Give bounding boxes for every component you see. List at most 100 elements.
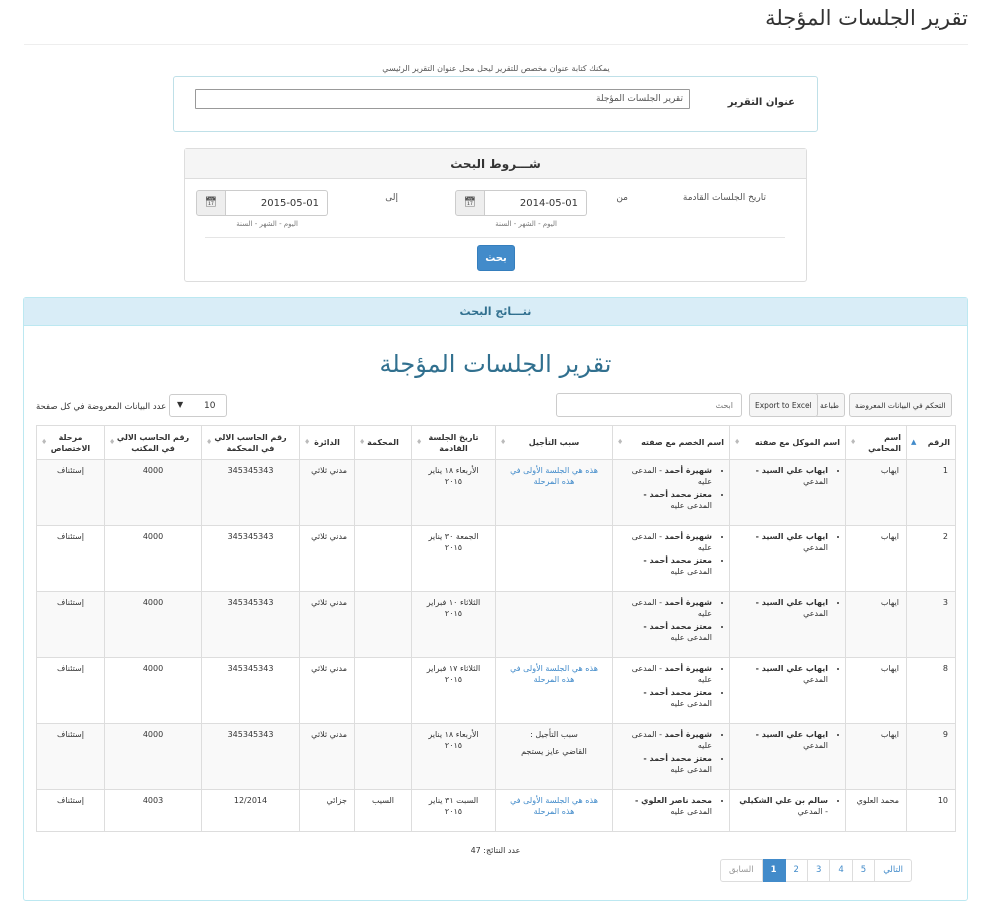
results-panel: نتـــائج البحث تقرير الجلسات المؤجلة الت… xyxy=(23,297,968,901)
cell-court xyxy=(354,459,412,526)
column-header[interactable]: مرحلة الاختصاص ♦ xyxy=(36,425,105,460)
sort-icon: ♦ xyxy=(109,438,116,446)
date-format-hint: اليوم - الشهر - السنة xyxy=(236,220,298,228)
cell-date: الجمعة ٣٠ يناير ٢٠١٥ xyxy=(411,525,496,592)
pagination: التالي 5 4 3 2 1 السابق xyxy=(720,859,912,882)
cell-reason: هذه هي الجلسة الأولى في هذه المرحلة xyxy=(495,459,613,526)
table-header-row: الرقم ▲ اسم المحامي ♦ اسم الموكل مع صفته ♦ … xyxy=(36,425,956,460)
pagination-page[interactable]: 5 xyxy=(851,859,876,882)
title-divider xyxy=(24,44,968,45)
cell-id: 10 xyxy=(906,789,956,832)
cell-stage: إستئناف xyxy=(36,657,105,724)
cell-court xyxy=(354,525,412,592)
cell-office-number: 4003 xyxy=(104,789,202,832)
column-header[interactable]: الدائرة ♦ xyxy=(299,425,355,460)
cell-client: ايهاب علي السيد - المدعي xyxy=(729,591,846,658)
cell-reason: سبب التأجيل : القاضي عايز يستجم xyxy=(495,723,613,790)
search-button[interactable]: بحث xyxy=(477,245,515,271)
cell-circuit: مدني ثلاثي xyxy=(299,459,355,526)
column-header[interactable]: اسم الخصم مع صفته ♦ xyxy=(612,425,730,460)
pagination-page[interactable]: 4 xyxy=(829,859,853,882)
cell-court-number: 345345343 xyxy=(201,657,300,724)
cell-office-number: 4000 xyxy=(104,591,202,658)
report-title-box: عنوان التقرير xyxy=(173,76,818,132)
report-title-input[interactable] xyxy=(195,89,690,109)
pagination-prev[interactable]: السابق xyxy=(720,859,763,882)
column-header[interactable]: رقم الحاسب الالي في المكتب ♦ xyxy=(104,425,202,460)
calendar-icon[interactable]: 📅︎ xyxy=(455,190,485,216)
cell-court-number: 345345343 xyxy=(201,723,300,790)
page-length-select[interactable]: 10 ▼ xyxy=(169,394,227,417)
date-format-hint: اليوم - الشهر - السنة xyxy=(495,220,557,228)
cell-court-number: 345345343 xyxy=(201,525,300,592)
table-filter-input[interactable] xyxy=(556,393,742,417)
sort-icon: ♦ xyxy=(41,438,48,446)
sort-icon: ♦ xyxy=(206,438,213,446)
cell-id: 3 xyxy=(906,591,956,658)
report-title-label: عنوان التقرير xyxy=(727,97,795,108)
cell-client: ايهاب علي السيد - المدعي xyxy=(729,657,846,724)
cell-office-number: 4000 xyxy=(104,723,202,790)
sort-icon: ♦ xyxy=(617,438,624,446)
cell-stage: إستئناف xyxy=(36,525,105,592)
column-header[interactable]: اسم المحامي ♦ xyxy=(845,425,907,460)
report-title: تقرير الجلسات المؤجلة xyxy=(379,350,612,378)
pagination-next[interactable]: التالي xyxy=(874,859,912,882)
sort-icon: ♦ xyxy=(359,438,366,446)
cell-id: 2 xyxy=(906,525,956,592)
from-date-input[interactable] xyxy=(485,190,587,216)
date-field-label: تاريخ الجلسات القادمة xyxy=(682,193,766,203)
print-button[interactable]: طباعة xyxy=(814,393,846,417)
from-label: من xyxy=(616,193,628,203)
pagination-page-current[interactable]: 1 xyxy=(761,859,786,882)
cell-date: الأربعاء ١٨ يناير ٢٠١٥ xyxy=(411,723,496,790)
cell-circuit: مدني ثلاثي xyxy=(299,525,355,592)
cell-circuit: مدني ثلاثي xyxy=(299,657,355,724)
cell-lawyer: ايهاب xyxy=(845,723,907,790)
to-date-picker: 📅︎ اليوم - الشهر - السنة xyxy=(196,190,328,228)
column-header[interactable]: رقم الحاسب الالي في المحكمة ♦ xyxy=(201,425,300,460)
cell-court-number: 12/2014 xyxy=(201,789,300,832)
to-date-input[interactable] xyxy=(226,190,328,216)
column-header[interactable]: المحكمة ♦ xyxy=(354,425,412,460)
page-length-value: 10 xyxy=(204,401,216,411)
calendar-icon[interactable]: 📅︎ xyxy=(196,190,226,216)
column-header[interactable]: اسم الموكل مع صفته ♦ xyxy=(729,425,846,460)
results-panel-header: نتـــائج البحث xyxy=(24,298,967,326)
results-table: الرقم ▲ اسم المحامي ♦ اسم الموكل مع صفته ♦ … xyxy=(36,425,956,832)
cell-client: سالم بن علي الشكيلي - المدعي xyxy=(729,789,846,832)
results-count: عدد النتائج: 47 xyxy=(470,846,521,855)
column-header[interactable]: تاريخ الجلسة القادمة ♦ xyxy=(411,425,496,460)
cell-opponent: شهيرة أحمد - المدعى عليهمعتز محمد أحمد -… xyxy=(612,459,730,526)
search-divider xyxy=(205,237,785,238)
column-visibility-button[interactable]: التحكم في البيانات المعروضة xyxy=(849,393,952,417)
cell-circuit: مدني ثلاثي xyxy=(299,723,355,790)
table-row: 9 ايهاب ايهاب علي السيد - المدعي شهيرة أ… xyxy=(36,723,956,790)
column-header[interactable]: الرقم ▲ xyxy=(906,425,956,460)
export-excel-button[interactable]: Export to Excel xyxy=(749,393,818,417)
from-date-picker: 📅︎ اليوم - الشهر - السنة xyxy=(455,190,587,228)
cell-reason: هذه هي الجلسة الأولى في هذه المرحلة xyxy=(495,789,613,832)
column-header[interactable]: سبب التأجيل ♦ xyxy=(495,425,613,460)
cell-opponent: شهيرة أحمد - المدعى عليهمعتز محمد أحمد -… xyxy=(612,723,730,790)
cell-circuit: مدني ثلاثي xyxy=(299,591,355,658)
cell-date: الثلاثاء ١٧ فبراير ٢٠١٥ xyxy=(411,657,496,724)
cell-id: 1 xyxy=(906,459,956,526)
cell-reason xyxy=(495,525,613,592)
cell-court xyxy=(354,723,412,790)
cell-lawyer: ايهاب xyxy=(845,657,907,724)
cell-id: 8 xyxy=(906,657,956,724)
to-label: إلى xyxy=(385,193,398,203)
cell-court: السيب xyxy=(354,789,412,832)
page-title: تقرير الجلسات المؤجلة xyxy=(765,6,968,30)
pagination-page[interactable]: 2 xyxy=(784,859,808,882)
cell-stage: إستئناف xyxy=(36,591,105,658)
pagination-page[interactable]: 3 xyxy=(806,859,831,882)
cell-client: ايهاب علي السيد - المدعي xyxy=(729,525,846,592)
cell-office-number: 4000 xyxy=(104,657,202,724)
sort-icon: ♦ xyxy=(416,438,423,446)
cell-court-number: 345345343 xyxy=(201,591,300,658)
cell-court xyxy=(354,657,412,724)
cell-opponent: شهيرة أحمد - المدعى عليهمعتز محمد أحمد -… xyxy=(612,525,730,592)
dropdown-arrow-icon: ▼ xyxy=(177,400,184,409)
